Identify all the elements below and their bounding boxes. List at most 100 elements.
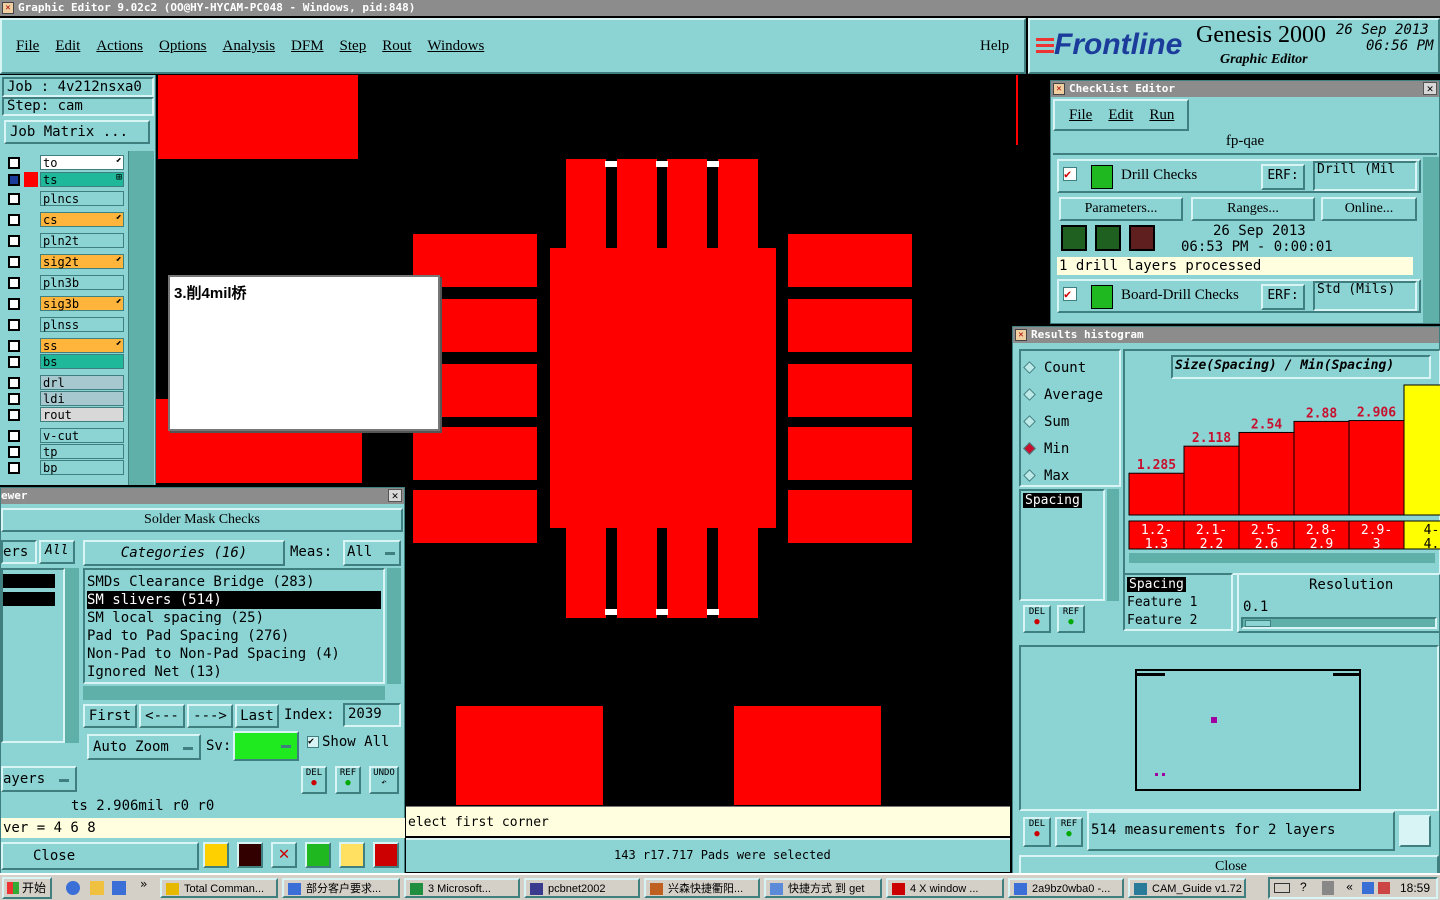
layer-row-bs[interactable]: bs	[6, 354, 124, 370]
categories-hscrollbar[interactable]	[83, 686, 385, 700]
layer-row-ss[interactable]: ss ⬋	[6, 338, 124, 354]
taskbar-item[interactable]: 部分客户要求...	[282, 878, 400, 898]
folder-icon[interactable]	[90, 881, 104, 895]
histogram-bar[interactable]	[1293, 420, 1350, 516]
spacing-feature-list[interactable]: Spacing Feature 1 Feature 2	[1123, 573, 1233, 631]
layer-row-rout[interactable]: rout	[6, 407, 124, 423]
erf-value[interactable]: Std (Mils)	[1313, 281, 1417, 311]
cross-icon[interactable]: ✕	[271, 842, 297, 868]
option-count[interactable]: Count	[1021, 355, 1119, 382]
menu-item-windows[interactable]: Windows	[427, 38, 484, 54]
radio-diamond-icon[interactable]	[1023, 388, 1036, 401]
taskbar-item[interactable]: 2a9bz0wba0 -...	[1008, 878, 1124, 898]
chart-scrollbar[interactable]	[1129, 553, 1435, 563]
checklist-scrollbar[interactable]	[1423, 157, 1439, 323]
option-max[interactable]: Max	[1021, 463, 1119, 490]
keyboard-icon[interactable]	[1274, 883, 1290, 893]
layer-list-scrollbar[interactable]	[128, 151, 154, 485]
measure-list-scrollbar[interactable]	[1107, 489, 1119, 601]
measure-item[interactable]: Spacing	[1023, 493, 1082, 508]
taskbar-item[interactable]: pcbnet2002	[524, 878, 640, 898]
categories-scrollbar[interactable]	[387, 568, 401, 684]
layer-checkbox[interactable]	[8, 377, 20, 389]
ref-button[interactable]: REF ●	[1055, 817, 1083, 847]
notes-icon[interactable]	[339, 842, 365, 868]
sv-color-dropdown[interactable]	[233, 731, 299, 761]
layer-checkbox[interactable]	[8, 356, 20, 368]
start-button[interactable]: 开始	[2, 877, 52, 899]
screen-icon[interactable]	[237, 842, 263, 868]
run-icon-3[interactable]	[1129, 225, 1155, 251]
layer-checkbox[interactable]	[8, 462, 20, 474]
list-item[interactable]	[3, 574, 55, 588]
input-method-icon[interactable]	[1322, 881, 1334, 895]
radio-diamond-icon[interactable]	[1023, 469, 1036, 482]
app-icon[interactable]: ✕	[2, 2, 14, 14]
help-menu[interactable]: Help	[980, 38, 1009, 55]
close-icon[interactable]: ✕	[388, 489, 402, 502]
layer-row-to[interactable]: to ⬋	[6, 155, 124, 171]
run-icon-2[interactable]	[1095, 225, 1121, 251]
meas-dropdown[interactable]: All	[343, 540, 401, 566]
category-item[interactable]: Pad to Pad Spacing (276)	[87, 627, 381, 645]
spacing-item[interactable]: Spacing	[1127, 577, 1186, 592]
first-button[interactable]: First	[83, 704, 137, 728]
taskbar-item[interactable]: CAM_Guide v1.72	[1128, 878, 1246, 898]
layer-row-ts[interactable]: ts ⊞	[6, 172, 124, 188]
close-icon[interactable]: ✕	[1423, 82, 1437, 95]
undo-button[interactable]: UNDO ↶	[369, 766, 399, 794]
category-item[interactable]: SM local spacing (25)	[87, 609, 381, 627]
enabled-checkbox[interactable]: ✔	[1063, 287, 1077, 301]
feature-1-item[interactable]: Feature 1	[1127, 595, 1197, 610]
layer-checkbox[interactable]	[8, 235, 20, 247]
option-min[interactable]: Min	[1021, 436, 1119, 463]
help-icon[interactable]: ?	[1300, 880, 1307, 894]
histogram-bar[interactable]	[1348, 420, 1405, 516]
menu-item-actions[interactable]: Actions	[96, 38, 143, 54]
category-item[interactable]: SM slivers (514)	[87, 591, 381, 609]
layer-row-cs[interactable]: cs ⬋	[6, 212, 124, 228]
layer-row-sig3b[interactable]: sig3b ⬋	[6, 296, 124, 312]
next-button[interactable]: --->	[187, 704, 233, 728]
layer-checkbox[interactable]	[8, 256, 20, 268]
layer-row-ldi[interactable]: ldi	[6, 391, 124, 407]
taskbar-item[interactable]: 3 Microsoft...	[404, 878, 520, 898]
option-average[interactable]: Average	[1021, 382, 1119, 409]
option-sum[interactable]: Sum	[1021, 409, 1119, 436]
menu-item-dfm[interactable]: DFM	[291, 38, 324, 54]
del-button[interactable]: DEL ●	[1023, 605, 1051, 633]
ie-icon[interactable]	[66, 881, 80, 895]
prev-button[interactable]: <---	[139, 704, 185, 728]
parameters-button[interactable]: Parameters...	[1059, 197, 1183, 221]
taskbar-item[interactable]: 快捷方式 到 get	[764, 878, 882, 898]
category-item[interactable]: Non-Pad to Non-Pad Spacing (4)	[87, 645, 381, 663]
radio-diamond-icon[interactable]	[1023, 361, 1036, 374]
left-list[interactable]	[1, 568, 65, 743]
category-item[interactable]: Ignored Net (13)	[87, 663, 381, 681]
network-icon[interactable]	[1362, 882, 1374, 894]
layer-row-sig2t[interactable]: sig2t ⬋	[6, 254, 124, 270]
layer-row-tp[interactable]: tp	[6, 444, 124, 460]
check-row-1[interactable]: ✔ Drill Checks ERF: Drill (Mil	[1057, 159, 1421, 193]
layer-row-pln2t[interactable]: pln2t	[6, 233, 124, 249]
checklist-menu-run[interactable]: Run	[1149, 107, 1174, 123]
layer-row-bp[interactable]: bp	[6, 460, 124, 476]
histogram-bar[interactable]	[1128, 472, 1185, 516]
tray-chevron-icon[interactable]: «	[1346, 880, 1353, 894]
feature-2-item[interactable]: Feature 2	[1127, 613, 1197, 628]
ranges-button[interactable]: Ranges...	[1191, 197, 1315, 221]
categories-list[interactable]: SMDs Clearance Bridge (283) SM slivers (5…	[83, 568, 385, 684]
erf-button[interactable]: ERF:	[1261, 164, 1305, 190]
layer-checkbox[interactable]	[8, 430, 20, 442]
layer-checkbox[interactable]	[8, 319, 20, 331]
ref-button[interactable]: REF ●	[335, 766, 361, 794]
report-icon[interactable]	[1399, 815, 1431, 847]
taskbar-item[interactable]: 兴森快捷衢阳...	[644, 878, 760, 898]
category-item[interactable]: SMDs Clearance Bridge (283)	[87, 573, 381, 591]
ref-button[interactable]: REF ●	[1057, 605, 1085, 633]
volume-icon[interactable]	[1378, 882, 1390, 894]
menu-item-analysis[interactable]: Analysis	[223, 38, 276, 54]
checklist-menu-edit[interactable]: Edit	[1108, 107, 1133, 123]
layer-checkbox[interactable]	[8, 214, 20, 226]
quicklaunch-icon[interactable]	[112, 881, 126, 895]
